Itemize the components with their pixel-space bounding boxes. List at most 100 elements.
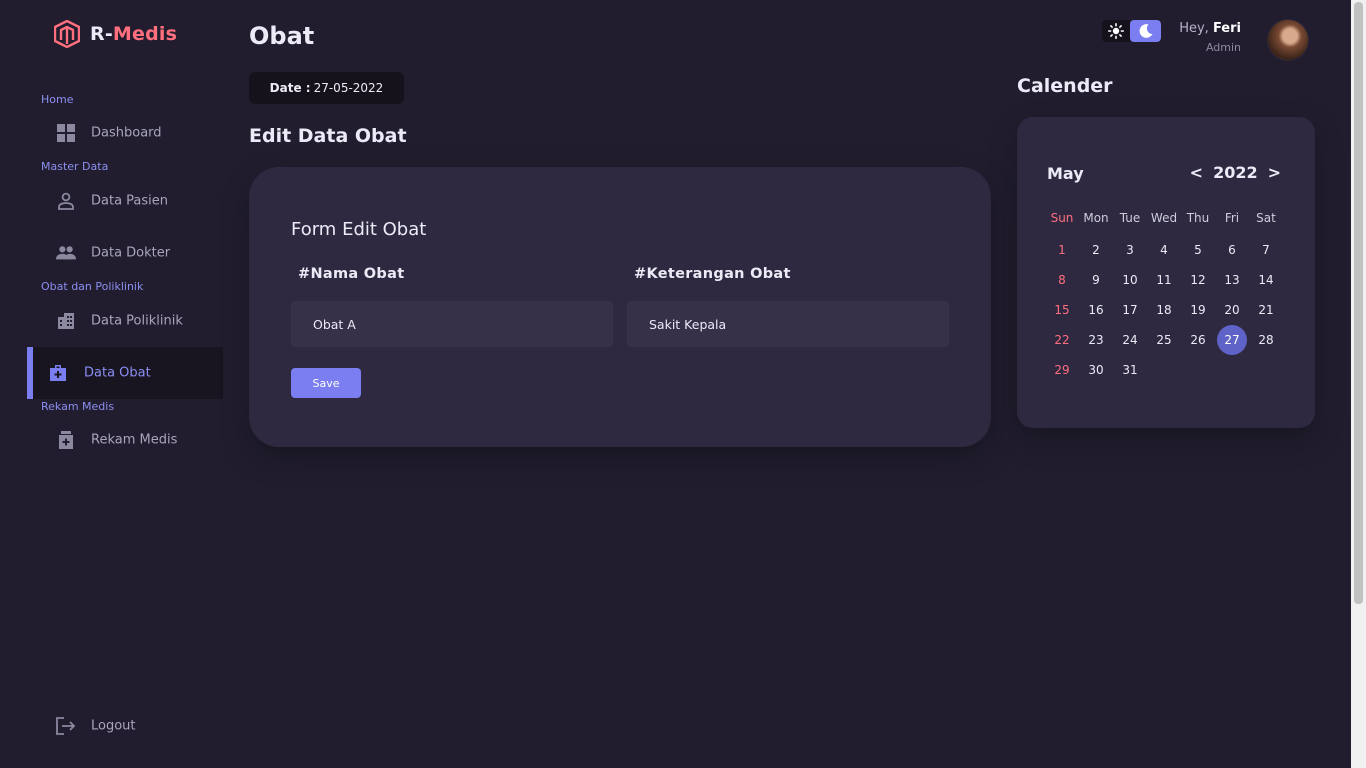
brand-logo-icon [54, 20, 80, 48]
date-chip: Date : 27-05-2022 [249, 72, 404, 104]
logout-button[interactable]: Logout [27, 700, 223, 752]
calendar-weekday: Sat [1256, 211, 1276, 225]
calendar-day[interactable]: 6 [1215, 235, 1249, 265]
calendar-day[interactable]: 23 [1079, 325, 1113, 355]
nav-section-rekam-medis: Rekam Medis [41, 400, 115, 413]
sidebar-item-label: Data Obat [84, 365, 151, 381]
calendar-day [1249, 355, 1283, 385]
calendar-day[interactable]: 16 [1079, 295, 1113, 325]
calendar-month: May [1047, 164, 1084, 183]
calendar-week-row: 29 30 31 [1045, 355, 1283, 385]
brand-name: R-Medis [90, 23, 177, 45]
calendar-day-number: 11 [1156, 273, 1172, 287]
calendar-weekday: Thu [1186, 211, 1210, 225]
next-year-button[interactable]: > [1268, 163, 1281, 182]
calendar-day[interactable]: 3 [1113, 235, 1147, 265]
building-icon [56, 311, 76, 331]
dark-mode-button[interactable] [1130, 20, 1161, 42]
calendar-day-number: 17 [1122, 303, 1138, 317]
calendar-day[interactable]: 31 [1113, 355, 1147, 385]
keterangan-obat-label: #Keterangan Obat [634, 266, 791, 282]
calendar-week-row: 22 23 24 25 26 27 28 [1045, 325, 1283, 355]
sidebar-item-label: Data Dokter [91, 245, 171, 261]
calendar-day[interactable]: 1 [1045, 235, 1079, 265]
nav-section-master-data: Master Data [41, 160, 109, 173]
calendar-day-selected[interactable]: 27 [1215, 325, 1249, 355]
brand-logo[interactable]: R-Medis [54, 20, 177, 48]
user-name: Feri [1212, 21, 1241, 36]
page-title: Obat [249, 22, 315, 50]
app-root: R-Medis Home Dashboard Master Data Data … [0, 0, 1366, 768]
calendar-day[interactable]: 4 [1147, 235, 1181, 265]
calendar-day[interactable]: 26 [1181, 325, 1215, 355]
calendar-day-number: 27 [1217, 325, 1247, 355]
sidebar-item-data-dokter[interactable]: Data Dokter [27, 227, 223, 279]
calendar-day[interactable]: 25 [1147, 325, 1181, 355]
calendar-week-row: 15 16 17 18 19 20 21 [1045, 295, 1283, 325]
calendar-day[interactable]: 12 [1181, 265, 1215, 295]
calendar-day-number: 5 [1194, 243, 1202, 257]
calendar-day[interactable]: 21 [1249, 295, 1283, 325]
calendar-day[interactable]: 10 [1113, 265, 1147, 295]
calendar-day[interactable]: 20 [1215, 295, 1249, 325]
scrollbar-thumb[interactable] [1354, 2, 1363, 604]
user-greeting: Hey, Feri [1179, 21, 1241, 36]
calendar-title: Calender [1017, 75, 1113, 97]
calendar-day[interactable]: 29 [1045, 355, 1079, 385]
sun-icon [1108, 23, 1124, 39]
moon-icon [1139, 24, 1152, 38]
calendar-day-number: 6 [1228, 243, 1236, 257]
calendar-day[interactable]: 5 [1181, 235, 1215, 265]
calendar-day[interactable]: 24 [1113, 325, 1147, 355]
calendar-day-number: 22 [1054, 333, 1070, 347]
keterangan-obat-input[interactable] [627, 301, 949, 347]
calendar-day[interactable]: 14 [1249, 265, 1283, 295]
sidebar-item-data-obat[interactable]: Data Obat [27, 347, 223, 399]
date-label: Date : [269, 81, 311, 95]
calendar-day[interactable]: 17 [1113, 295, 1147, 325]
calendar-weekday: Sun [1050, 211, 1074, 225]
brand-prefix: R- [90, 23, 113, 45]
calendar-day[interactable]: 18 [1147, 295, 1181, 325]
sidebar-item-data-pasien[interactable]: Data Pasien [27, 175, 223, 227]
calendar-day [1181, 355, 1215, 385]
calendar-day[interactable]: 19 [1181, 295, 1215, 325]
page-scrollbar[interactable] [1351, 0, 1366, 768]
sidebar-item-rekam-medis[interactable]: Rekam Medis [27, 414, 223, 466]
calendar-day[interactable]: 30 [1079, 355, 1113, 385]
calendar-grid: Sun Mon Tue Wed Thu Fri Sat 1 2 3 4 5 6 7 8 9 10 11 12 13 14… [1045, 205, 1283, 385]
sidebar-item-label: Data Pasien [91, 193, 169, 209]
sidebar: R-Medis Home Dashboard Master Data Data … [0, 0, 224, 768]
calendar-day [1215, 355, 1249, 385]
calendar-day-number: 4 [1160, 243, 1168, 257]
nama-obat-label: #Nama Obat [298, 266, 405, 282]
sidebar-item-dashboard[interactable]: Dashboard [27, 107, 223, 159]
calendar-day-number: 1 [1058, 243, 1066, 257]
calendar-day[interactable]: 28 [1249, 325, 1283, 355]
calendar-day[interactable]: 13 [1215, 265, 1249, 295]
calendar-day[interactable]: 9 [1079, 265, 1113, 295]
avatar[interactable] [1268, 20, 1308, 60]
save-button[interactable]: Save [291, 368, 361, 398]
prev-year-button[interactable]: < [1190, 163, 1203, 182]
calendar-day[interactable]: 15 [1045, 295, 1079, 325]
calendar-day-number: 28 [1258, 333, 1274, 347]
calendar-day-number: 13 [1224, 273, 1240, 287]
calendar-card: May < 2022 > Sun Mon Tue Wed Thu Fri Sat 1 2 3 4 5 6… [1017, 117, 1315, 428]
calendar-day-number: 29 [1054, 363, 1070, 377]
calendar-day[interactable]: 8 [1045, 265, 1079, 295]
calendar-day[interactable]: 11 [1147, 265, 1181, 295]
calendar-day-number: 23 [1088, 333, 1104, 347]
calendar-day[interactable]: 22 [1045, 325, 1079, 355]
calendar-weekday: Fri [1224, 211, 1240, 225]
calendar-day-number: 20 [1224, 303, 1240, 317]
calendar-weekday: Mon [1083, 211, 1109, 225]
light-mode-button[interactable] [1102, 20, 1130, 42]
calendar-day[interactable]: 7 [1249, 235, 1283, 265]
sidebar-item-data-poliklinik[interactable]: Data Poliklinik [27, 295, 223, 347]
calendar-day-number: 18 [1156, 303, 1172, 317]
nama-obat-input[interactable] [291, 301, 613, 347]
dashboard-icon [56, 123, 76, 143]
theme-toggle[interactable] [1102, 20, 1161, 42]
calendar-day[interactable]: 2 [1079, 235, 1113, 265]
